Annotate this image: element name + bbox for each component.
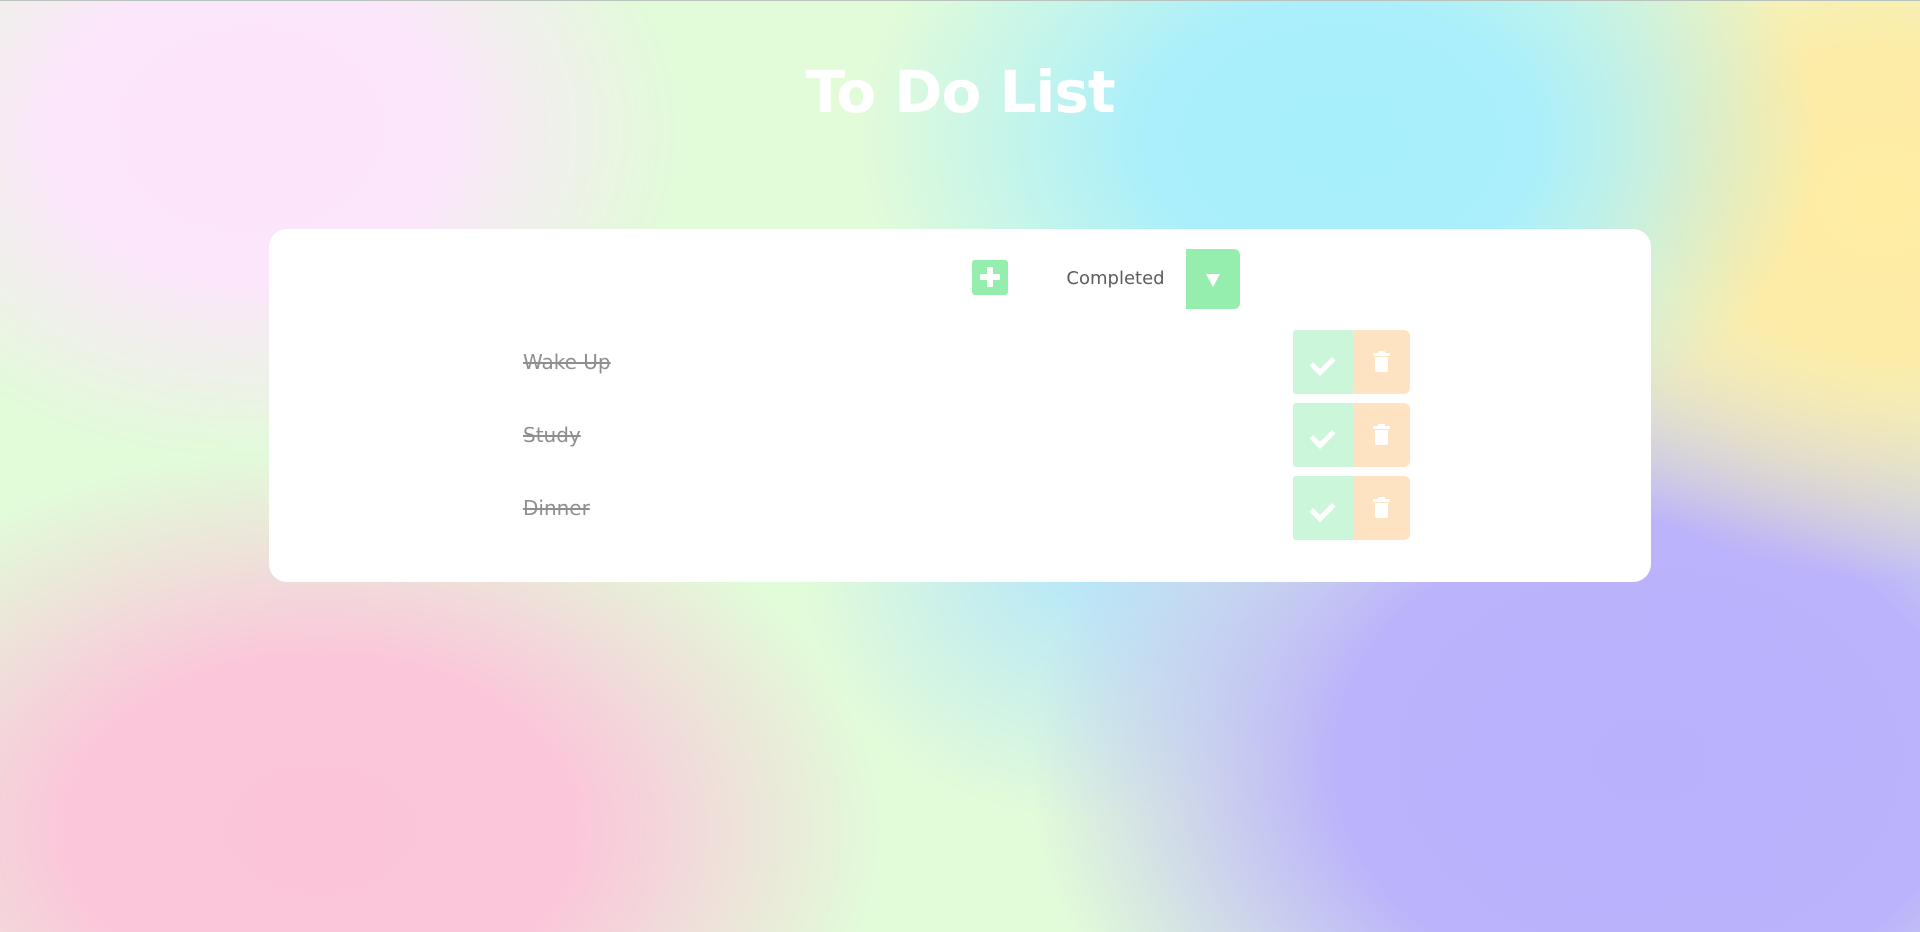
delete-button[interactable] — [1353, 476, 1410, 540]
trash-icon — [1373, 424, 1390, 446]
todo-item: Wake Up — [523, 330, 1441, 394]
todo-item: Study — [523, 403, 1441, 467]
todo-text: Wake Up — [523, 350, 611, 374]
app-background: { "header": { "title": "To Do List" }, "… — [0, 0, 1920, 932]
filter-selected-value: Completed — [1066, 268, 1165, 289]
todo-text: Dinner — [523, 496, 590, 520]
chevron-down-icon — [1206, 274, 1220, 287]
page-title: To Do List — [805, 58, 1115, 126]
add-todo-button[interactable] — [972, 260, 1008, 295]
delete-button[interactable] — [1353, 403, 1410, 467]
check-icon — [1309, 422, 1336, 450]
todo-card: Completed Wake Up Study Dinner — [269, 229, 1651, 582]
complete-button[interactable] — [1293, 403, 1353, 467]
window-top-border — [0, 0, 1920, 1]
complete-button[interactable] — [1293, 330, 1353, 394]
check-icon — [1309, 349, 1336, 377]
trash-icon — [1373, 351, 1390, 373]
check-icon — [1309, 495, 1336, 523]
complete-button[interactable] — [1293, 476, 1353, 540]
todo-text: Study — [523, 423, 581, 447]
filter-select[interactable]: Completed — [1048, 249, 1240, 309]
delete-button[interactable] — [1353, 330, 1410, 394]
filter-dropdown-toggle[interactable] — [1186, 249, 1240, 309]
todo-item: Dinner — [523, 476, 1441, 540]
trash-icon — [1373, 497, 1390, 519]
plus-icon — [980, 267, 1000, 287]
